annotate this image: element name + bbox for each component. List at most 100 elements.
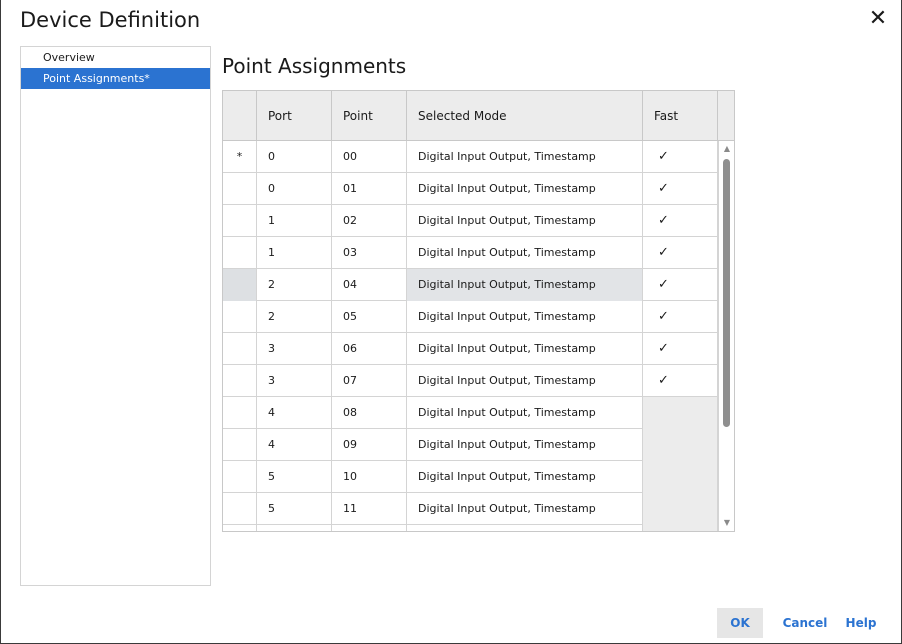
cell-selected-mode[interactable]: Digital Input Output, Timestamp xyxy=(407,205,643,237)
cell-port[interactable]: 4 xyxy=(257,429,332,461)
dialog-title: Device Definition xyxy=(20,8,201,32)
cell-selected-mode[interactable]: Digital Input Output, Timestamp xyxy=(407,365,643,397)
cell-point[interactable]: 09 xyxy=(332,429,407,461)
table-row[interactable]: 2 04 Digital Input Output, Timestamp ✓ xyxy=(223,269,734,301)
cell-point[interactable]: 05 xyxy=(332,301,407,333)
column-header-fast[interactable]: Fast xyxy=(643,91,718,141)
section-title: Point Assignments xyxy=(222,54,407,78)
nav-item-point-assignments[interactable]: Point Assignments* xyxy=(21,68,210,89)
cell-port[interactable]: 0 xyxy=(257,141,332,173)
row-marker[interactable] xyxy=(223,333,257,365)
cell-selected-mode[interactable] xyxy=(407,525,643,531)
table-row[interactable]: 4 09 Digital Input Output, Timestamp xyxy=(223,429,734,461)
cell-port[interactable]: 2 xyxy=(257,301,332,333)
cell-point[interactable]: 08 xyxy=(332,397,407,429)
device-definition-dialog: Device Definition ✕ Overview Point Assig… xyxy=(0,0,902,644)
cell-point[interactable]: 03 xyxy=(332,237,407,269)
table-row[interactable]: 3 06 Digital Input Output, Timestamp ✓ xyxy=(223,333,734,365)
cell-point[interactable]: 10 xyxy=(332,461,407,493)
table-row[interactable]: 4 08 Digital Input Output, Timestamp xyxy=(223,397,734,429)
row-marker[interactable] xyxy=(223,365,257,397)
cell-selected-mode[interactable]: Digital Input Output, Timestamp xyxy=(407,493,643,525)
cell-fast[interactable]: ✓ xyxy=(643,365,718,397)
cell-point[interactable]: 01 xyxy=(332,173,407,205)
cell-fast[interactable]: ✓ xyxy=(643,237,718,269)
cell-fast[interactable]: ✓ xyxy=(643,205,718,237)
help-button[interactable]: Help xyxy=(839,608,883,638)
cell-selected-mode[interactable]: Digital Input Output, Timestamp xyxy=(407,301,643,333)
table-row[interactable]: * 0 00 Digital Input Output, Timestamp ✓ xyxy=(223,141,734,173)
cell-fast[interactable]: ✓ xyxy=(643,301,718,333)
table-row[interactable]: 3 07 Digital Input Output, Timestamp ✓ xyxy=(223,365,734,397)
cell-fast[interactable] xyxy=(643,397,718,429)
cell-point[interactable]: 00 xyxy=(332,141,407,173)
column-header-point[interactable]: Point xyxy=(332,91,407,141)
point-assignments-grid: Port Point Selected Mode Fast * 0 00 Digita… xyxy=(222,90,735,532)
grid-header: Port Point Selected Mode Fast xyxy=(223,91,734,141)
cell-selected-mode[interactable]: Digital Input Output, Timestamp xyxy=(407,173,643,205)
cell-fast[interactable]: ✓ xyxy=(643,141,718,173)
ok-button[interactable]: OK xyxy=(717,608,763,638)
cell-point[interactable]: 02 xyxy=(332,205,407,237)
table-row[interactable]: 5 10 Digital Input Output, Timestamp xyxy=(223,461,734,493)
row-marker[interactable] xyxy=(223,397,257,429)
cell-selected-mode[interactable]: Digital Input Output, Timestamp xyxy=(407,397,643,429)
cell-fast[interactable]: ✓ xyxy=(643,269,718,301)
row-marker[interactable] xyxy=(223,493,257,525)
column-header-spacer xyxy=(718,91,734,141)
column-header-port[interactable]: Port xyxy=(257,91,332,141)
cell-port[interactable]: 3 xyxy=(257,365,332,397)
cell-port[interactable]: 1 xyxy=(257,237,332,269)
cell-fast[interactable] xyxy=(643,525,718,531)
cell-fast[interactable] xyxy=(643,493,718,525)
table-row[interactable]: 0 01 Digital Input Output, Timestamp ✓ xyxy=(223,173,734,205)
grid-body: * 0 00 Digital Input Output, Timestamp ✓ 0 01 D… xyxy=(223,141,734,531)
row-marker[interactable] xyxy=(223,173,257,205)
nav-item-overview[interactable]: Overview xyxy=(21,47,210,68)
table-row[interactable]: 1 02 Digital Input Output, Timestamp ✓ xyxy=(223,205,734,237)
row-marker[interactable] xyxy=(223,461,257,493)
cancel-button[interactable]: Cancel xyxy=(781,608,829,638)
cell-point[interactable]: 04 xyxy=(332,269,407,301)
cell-selected-mode[interactable]: Digital Input Output, Timestamp xyxy=(407,333,643,365)
cell-point[interactable]: 07 xyxy=(332,365,407,397)
cell-fast[interactable] xyxy=(643,461,718,493)
row-marker[interactable]: * xyxy=(223,141,257,173)
cell-selected-mode[interactable]: Digital Input Output, Timestamp xyxy=(407,141,643,173)
cell-point[interactable]: 06 xyxy=(332,333,407,365)
table-row[interactable] xyxy=(223,525,734,531)
scroll-down-arrow-icon[interactable]: ▼ xyxy=(719,515,734,531)
column-header-selector[interactable] xyxy=(223,91,257,141)
row-marker[interactable] xyxy=(223,525,257,531)
row-marker[interactable] xyxy=(223,237,257,269)
cell-port[interactable]: 2 xyxy=(257,269,332,301)
cell-port[interactable] xyxy=(257,525,332,531)
cell-port[interactable]: 1 xyxy=(257,205,332,237)
table-row[interactable]: 5 11 Digital Input Output, Timestamp xyxy=(223,493,734,525)
cell-fast[interactable] xyxy=(643,429,718,461)
cell-selected-mode[interactable]: Digital Input Output, Timestamp xyxy=(407,269,643,301)
row-marker[interactable] xyxy=(223,429,257,461)
cell-port[interactable]: 5 xyxy=(257,493,332,525)
cell-port[interactable]: 0 xyxy=(257,173,332,205)
column-header-selected-mode[interactable]: Selected Mode xyxy=(407,91,643,141)
cell-selected-mode[interactable]: Digital Input Output, Timestamp xyxy=(407,429,643,461)
cell-fast[interactable]: ✓ xyxy=(643,333,718,365)
row-marker[interactable] xyxy=(223,269,257,301)
table-row[interactable]: 2 05 Digital Input Output, Timestamp ✓ xyxy=(223,301,734,333)
scroll-up-arrow-icon[interactable]: ▲ xyxy=(719,141,734,157)
cell-port[interactable]: 3 xyxy=(257,333,332,365)
close-icon[interactable]: ✕ xyxy=(865,6,891,32)
scroll-thumb[interactable] xyxy=(723,159,730,427)
row-marker[interactable] xyxy=(223,205,257,237)
cell-fast[interactable]: ✓ xyxy=(643,173,718,205)
cell-selected-mode[interactable]: Digital Input Output, Timestamp xyxy=(407,461,643,493)
cell-point[interactable] xyxy=(332,525,407,531)
table-row[interactable]: 1 03 Digital Input Output, Timestamp ✓ xyxy=(223,237,734,269)
cell-point[interactable]: 11 xyxy=(332,493,407,525)
cell-port[interactable]: 4 xyxy=(257,397,332,429)
cell-selected-mode[interactable]: Digital Input Output, Timestamp xyxy=(407,237,643,269)
vertical-scrollbar[interactable]: ▲ ▼ xyxy=(718,141,734,531)
cell-port[interactable]: 5 xyxy=(257,461,332,493)
row-marker[interactable] xyxy=(223,301,257,333)
